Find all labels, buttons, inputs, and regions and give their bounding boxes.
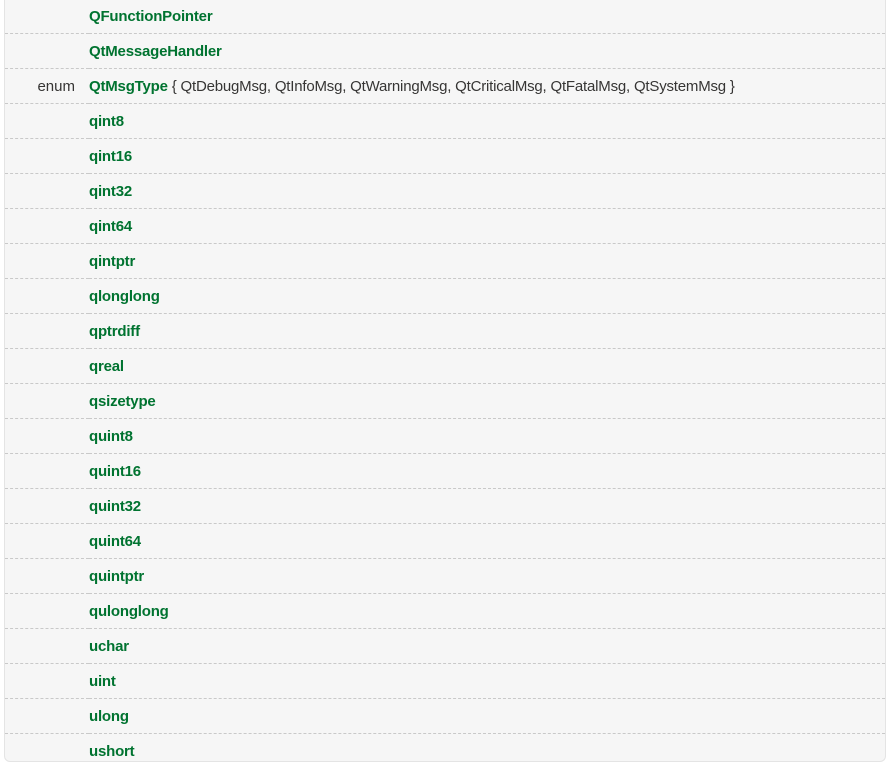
- type-link-qtmessagehandler[interactable]: QtMessageHandler: [89, 43, 222, 60]
- type-prefix-cell: enum: [5, 68, 89, 104]
- type-prefix-cell: [5, 558, 89, 594]
- type-prefix-cell: [5, 138, 89, 174]
- table-row: uchar: [5, 628, 885, 664]
- table-row: quint8: [5, 418, 885, 454]
- type-cell: qint16: [89, 138, 885, 174]
- type-cell: qsizetype: [89, 383, 885, 419]
- table-row: qreal: [5, 348, 885, 384]
- table-row: QFunctionPointer: [5, 0, 885, 34]
- table-row: enum QtMsgType { QtDebugMsg, QtInfoMsg, …: [5, 68, 885, 104]
- type-link-ulong[interactable]: ulong: [89, 708, 129, 725]
- type-link-qreal[interactable]: qreal: [89, 358, 124, 375]
- table-row: qint32: [5, 173, 885, 209]
- type-prefix-cell: [5, 313, 89, 349]
- type-cell: qlonglong: [89, 278, 885, 314]
- table-row: quintptr: [5, 558, 885, 594]
- type-cell: quint8: [89, 418, 885, 454]
- type-link-quint16[interactable]: quint16: [89, 463, 141, 480]
- table-row: qint8: [5, 103, 885, 139]
- table-row: qsizetype: [5, 383, 885, 419]
- table-row: ulong: [5, 698, 885, 734]
- type-link-quintptr[interactable]: quintptr: [89, 568, 144, 585]
- type-prefix-cell: [5, 663, 89, 699]
- type-prefix-cell: [5, 628, 89, 664]
- type-link-qtmsgtype[interactable]: QtMsgType: [89, 78, 168, 95]
- type-cell: qptrdiff: [89, 313, 885, 349]
- type-link-quint8[interactable]: quint8: [89, 428, 133, 445]
- type-prefix-cell: [5, 734, 89, 762]
- type-prefix-cell: [5, 383, 89, 419]
- type-cell: QtMessageHandler: [89, 33, 885, 69]
- type-link-qintptr[interactable]: qintptr: [89, 253, 135, 270]
- type-prefix-cell: [5, 208, 89, 244]
- type-prefix-cell: [5, 278, 89, 314]
- type-cell: qreal: [89, 348, 885, 384]
- type-cell: uchar: [89, 628, 885, 664]
- type-link-ushort[interactable]: ushort: [89, 743, 135, 760]
- type-cell: qint64: [89, 208, 885, 244]
- table-row: quint16: [5, 453, 885, 489]
- type-cell: quint32: [89, 488, 885, 524]
- type-link-uint[interactable]: uint: [89, 673, 116, 690]
- type-prefix-cell: [5, 103, 89, 139]
- enum-keyword: enum: [37, 77, 75, 95]
- type-link-qptrdiff[interactable]: qptrdiff: [89, 323, 140, 340]
- type-cell: quint64: [89, 523, 885, 559]
- type-cell: quint16: [89, 453, 885, 489]
- types-panel: QFunctionPointer QtMessageHandler enum Q…: [4, 0, 886, 762]
- types-table: QFunctionPointer QtMessageHandler enum Q…: [5, 0, 885, 762]
- type-cell: qint8: [89, 103, 885, 139]
- table-row: qulonglong: [5, 593, 885, 629]
- enum-values: { QtDebugMsg, QtInfoMsg, QtWarningMsg, Q…: [167, 77, 735, 95]
- type-cell: qintptr: [89, 243, 885, 279]
- type-link-qlonglong[interactable]: qlonglong: [89, 288, 160, 305]
- type-prefix-cell: [5, 418, 89, 454]
- type-link-qfunctionpointer[interactable]: QFunctionPointer: [89, 8, 213, 25]
- type-cell: ushort: [89, 734, 885, 762]
- type-prefix-cell: [5, 488, 89, 524]
- type-cell: qulonglong: [89, 593, 885, 629]
- table-row: qintptr: [5, 243, 885, 279]
- type-prefix-cell: [5, 453, 89, 489]
- type-prefix-cell: [5, 523, 89, 559]
- type-link-qsizetype[interactable]: qsizetype: [89, 393, 156, 410]
- type-link-qint64[interactable]: qint64: [89, 218, 132, 235]
- table-row: qlonglong: [5, 278, 885, 314]
- table-row: qptrdiff: [5, 313, 885, 349]
- type-link-qint32[interactable]: qint32: [89, 183, 132, 200]
- table-row: uint: [5, 663, 885, 699]
- type-prefix-cell: [5, 348, 89, 384]
- type-cell: qint32: [89, 173, 885, 209]
- table-row: quint64: [5, 523, 885, 559]
- type-link-quint32[interactable]: quint32: [89, 498, 141, 515]
- type-cell: ulong: [89, 698, 885, 734]
- table-row: quint32: [5, 488, 885, 524]
- table-row: QtMessageHandler: [5, 33, 885, 69]
- table-row: ushort: [5, 734, 885, 762]
- type-prefix-cell: [5, 33, 89, 69]
- type-link-qint16[interactable]: qint16: [89, 148, 132, 165]
- type-link-qint8[interactable]: qint8: [89, 113, 124, 130]
- table-row: qint64: [5, 208, 885, 244]
- type-cell: uint: [89, 663, 885, 699]
- type-link-uchar[interactable]: uchar: [89, 638, 129, 655]
- type-prefix-cell: [5, 173, 89, 209]
- type-cell: QFunctionPointer: [89, 0, 885, 34]
- type-prefix-cell: [5, 593, 89, 629]
- type-link-quint64[interactable]: quint64: [89, 533, 141, 550]
- type-prefix-cell: [5, 0, 89, 34]
- type-prefix-cell: [5, 243, 89, 279]
- table-row: qint16: [5, 138, 885, 174]
- type-prefix-cell: [5, 698, 89, 734]
- type-cell: quintptr: [89, 558, 885, 594]
- type-cell: QtMsgType { QtDebugMsg, QtInfoMsg, QtWar…: [89, 68, 885, 104]
- type-link-qulonglong[interactable]: qulonglong: [89, 603, 169, 620]
